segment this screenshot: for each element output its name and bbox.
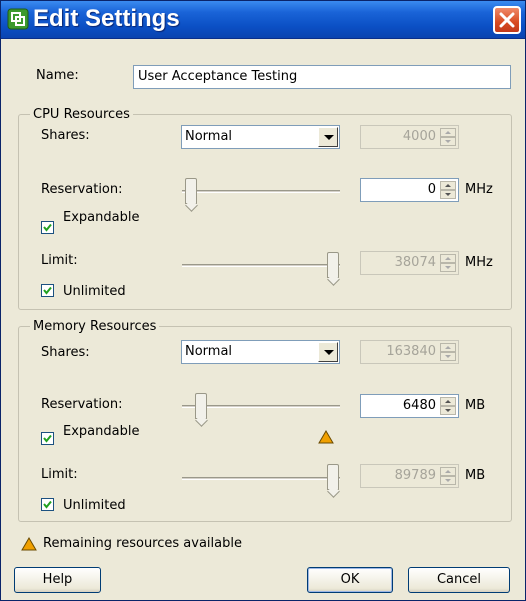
- memory-unlimited-checkbox[interactable]: [41, 498, 54, 511]
- cpu-reservation-slider-thumb[interactable]: [185, 178, 197, 204]
- checkmark-icon: [43, 500, 52, 509]
- spinner-arrows-icon: [440, 254, 456, 272]
- memory-limit-unit: MB: [465, 468, 486, 483]
- memory-expandable-checkbox[interactable]: [41, 432, 54, 445]
- cpu-reservation-unit: MHz: [465, 182, 493, 197]
- cpu-reservation-spinner[interactable]: 0: [360, 178, 459, 202]
- cpu-shares-number: 4000: [402, 129, 436, 144]
- name-input[interactable]: User Acceptance Testing: [133, 65, 511, 89]
- chevron-down-icon[interactable]: [318, 127, 338, 147]
- cpu-unlimited-checkbox[interactable]: [41, 284, 54, 297]
- spinner-arrows-icon: [440, 467, 456, 485]
- memory-reservation-label: Reservation:: [41, 397, 123, 412]
- memory-reservation-value: 6480: [402, 398, 436, 413]
- memory-unlimited-label: Unlimited: [63, 498, 126, 513]
- spinner-arrows-icon: [440, 128, 456, 146]
- cpu-limit-slider[interactable]: [182, 264, 340, 267]
- remaining-resources-legend: Remaining resources available: [43, 536, 242, 551]
- cpu-limit-unit: MHz: [465, 255, 493, 270]
- name-label: Name:: [36, 68, 79, 83]
- memory-expandable-label: Expandable: [63, 424, 140, 439]
- memory-shares-value: Normal: [185, 344, 233, 359]
- spinner-arrows-icon[interactable]: [440, 181, 456, 199]
- memory-resources-title: Memory Resources: [30, 319, 160, 335]
- close-button[interactable]: [493, 6, 521, 34]
- cpu-shares-value: Normal: [185, 129, 233, 144]
- cpu-limit-slider-thumb[interactable]: [327, 252, 339, 278]
- chevron-down-icon[interactable]: [318, 342, 338, 362]
- memory-reservation-slider-thumb[interactable]: [195, 393, 207, 419]
- memory-limit-spinner: 89789: [360, 464, 459, 488]
- cpu-expandable-checkbox[interactable]: [41, 221, 54, 234]
- memory-limit-slider-thumb[interactable]: [327, 464, 339, 490]
- memory-reservation-unit: MB: [465, 398, 486, 413]
- edit-settings-dialog: Edit Settings Name: User Acceptance Test…: [0, 0, 526, 601]
- cpu-unlimited-label: Unlimited: [63, 284, 126, 299]
- memory-shares-label: Shares:: [41, 345, 90, 360]
- window-title: Edit Settings: [33, 5, 180, 32]
- ok-button[interactable]: OK: [307, 567, 393, 593]
- vmware-resource-pool-icon: [7, 8, 29, 30]
- cpu-shares-spinner: 4000: [360, 125, 459, 149]
- memory-limit-label: Limit:: [41, 467, 78, 482]
- memory-reservation-spinner[interactable]: 6480: [360, 394, 459, 418]
- cpu-limit-label: Limit:: [41, 253, 78, 268]
- warning-triangle-icon: [318, 430, 334, 448]
- checkmark-icon: [43, 223, 52, 232]
- memory-shares-number: 163840: [386, 344, 436, 359]
- spinner-arrows-icon[interactable]: [440, 397, 456, 415]
- cpu-shares-label: Shares:: [41, 128, 90, 143]
- memory-limit-slider[interactable]: [182, 477, 340, 480]
- cpu-limit-spinner: 38074: [360, 251, 459, 275]
- cancel-button[interactable]: Cancel: [408, 567, 510, 593]
- cpu-limit-value: 38074: [394, 255, 436, 270]
- spinner-arrows-icon: [440, 343, 456, 361]
- checkmark-icon: [43, 286, 52, 295]
- cpu-reservation-value: 0: [427, 182, 436, 197]
- cpu-resources-title: CPU Resources: [30, 107, 133, 123]
- warning-triangle-icon: [21, 537, 37, 555]
- checkmark-icon: [43, 434, 52, 443]
- cpu-reservation-slider[interactable]: [182, 190, 340, 193]
- memory-shares-dropdown[interactable]: Normal: [181, 340, 340, 364]
- cpu-reservation-label: Reservation:: [41, 182, 123, 197]
- memory-limit-value: 89789: [394, 468, 436, 483]
- cpu-shares-dropdown[interactable]: Normal: [181, 125, 340, 149]
- close-icon: [499, 12, 515, 28]
- help-button[interactable]: Help: [14, 567, 101, 593]
- memory-shares-spinner: 163840: [360, 340, 459, 364]
- title-bar[interactable]: Edit Settings: [1, 1, 525, 39]
- cpu-expandable-label: Expandable: [63, 210, 140, 225]
